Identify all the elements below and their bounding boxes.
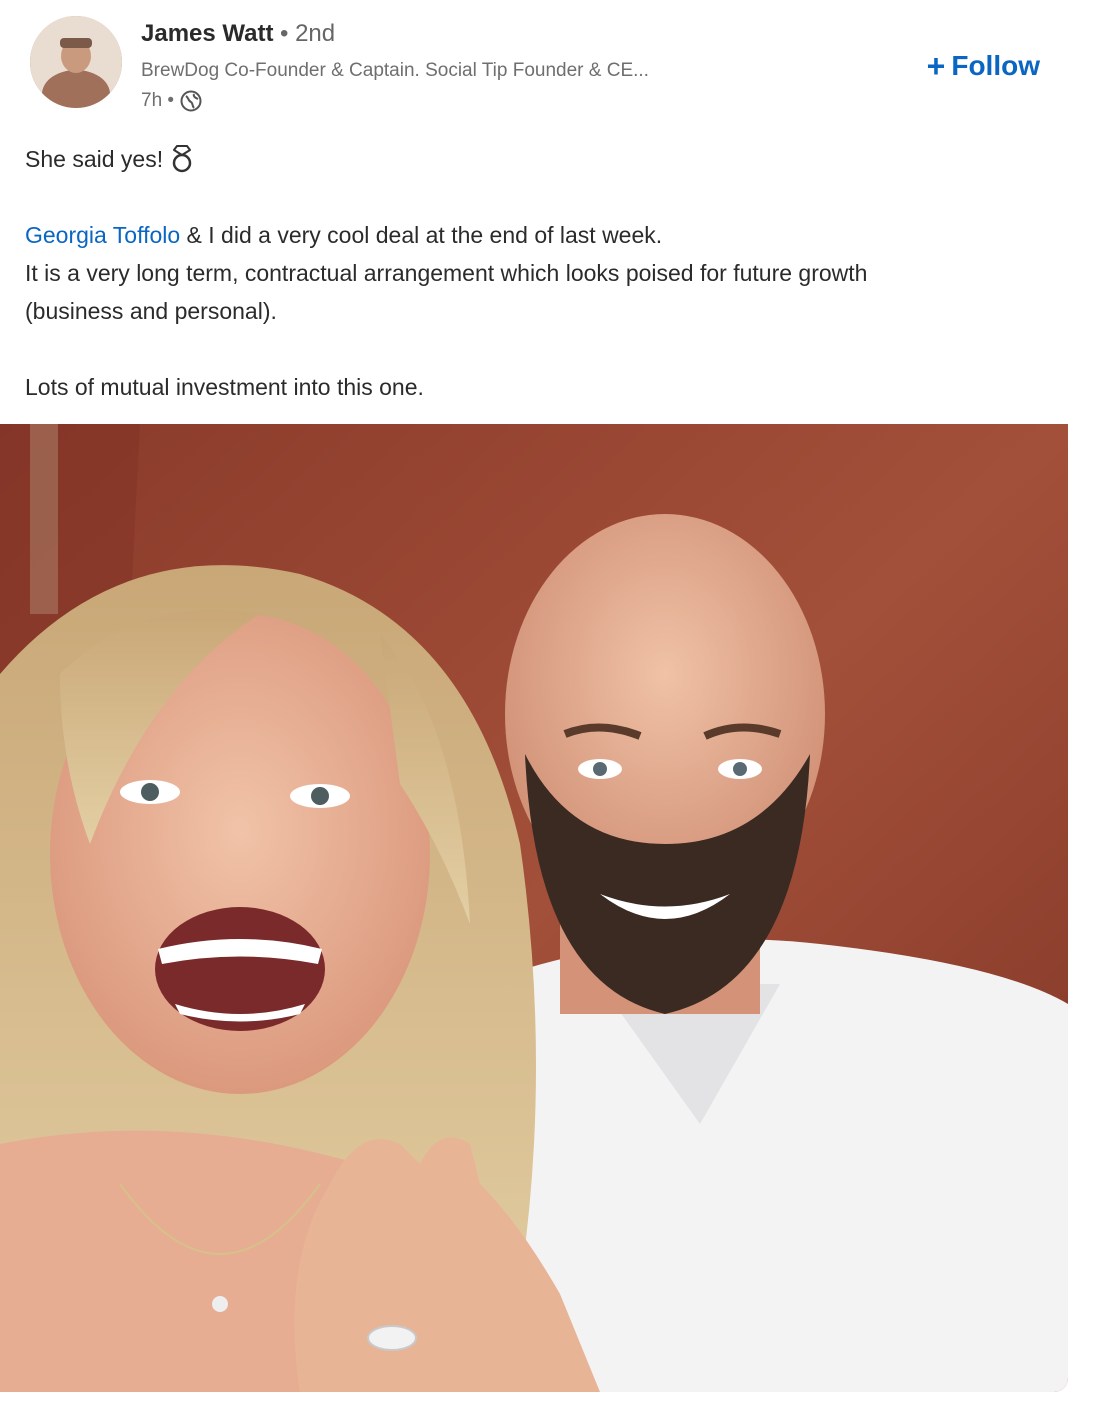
author-headline: BrewDog Co-Founder & Captain. Social Tip… (141, 60, 649, 81)
post-text: She said yes! Georgia Toffolo & I did a … (25, 140, 1065, 406)
post-photo[interactable] (0, 424, 1068, 1392)
post-meta: 7h • (141, 90, 202, 112)
post-line-headline: She said yes! (25, 140, 1065, 178)
author-name[interactable]: James Watt (141, 20, 274, 48)
author-avatar[interactable] (30, 16, 122, 108)
post-line-3: It is a very long term, contractual arra… (25, 260, 868, 286)
post-line-4: (business and personal). (25, 298, 277, 324)
post-timestamp: 7h • (141, 90, 175, 111)
follow-label: Follow (951, 50, 1040, 81)
globe-icon (180, 90, 202, 112)
post-line-2: Georgia Toffolo & I did a very cool deal… (25, 216, 1065, 254)
plus-icon: + (926, 48, 946, 84)
follow-button[interactable]: + Follow (927, 50, 1040, 82)
post-line-2-rest: & I did a very cool deal at the end of l… (180, 222, 663, 248)
post-line-5: Lots of mutual investment into this one. (25, 374, 424, 400)
post-header: James Watt • 2nd BrewDog Co-Founder & Ca… (0, 0, 1106, 125)
mention-link[interactable]: Georgia Toffolo (25, 222, 180, 248)
connection-degree: • 2nd (280, 20, 336, 47)
post-line-1: She said yes! (25, 146, 164, 172)
ring-icon (169, 143, 195, 173)
